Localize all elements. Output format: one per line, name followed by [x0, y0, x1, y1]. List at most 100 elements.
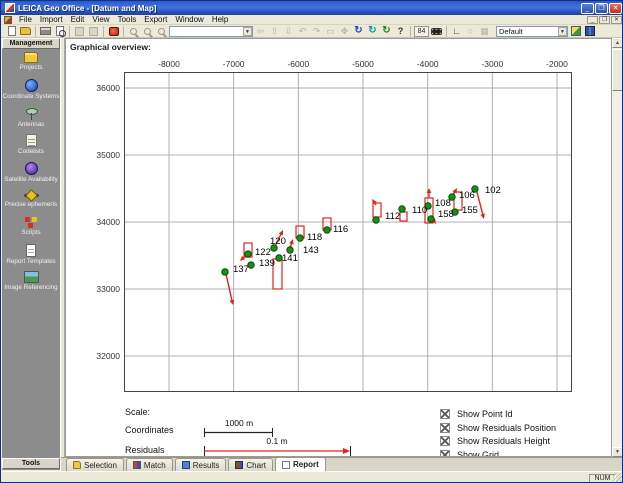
point-label: 118 [307, 232, 322, 243]
tab-results[interactable]: Results [175, 458, 227, 471]
point-label: 102 [485, 185, 501, 196]
tab-chart[interactable]: Chart [228, 458, 273, 471]
tab-label: Chart [246, 461, 266, 470]
style-combo[interactable]: Default▼ [496, 26, 568, 37]
y-tick-label: 33000 [74, 284, 120, 294]
menu-tools[interactable]: Tools [114, 15, 141, 25]
sidebar-item-coordinate-systems[interactable]: Coordinate Systems [2, 78, 60, 105]
stop-icon[interactable] [107, 25, 120, 37]
toolbar-separator [446, 26, 447, 37]
tools-header-button[interactable]: Tools [2, 458, 60, 469]
close-button[interactable]: ✕ [609, 3, 622, 14]
mdi-minimize-button[interactable]: _ [587, 16, 598, 24]
combo-dropdown-icon[interactable]: ▼ [243, 27, 252, 36]
x-tick-label: -5000 [341, 59, 385, 69]
sidebar-item-label: Antennas [2, 121, 60, 129]
sidebar-item-precise-ephemeris[interactable]: Precise ephemeris [2, 188, 60, 215]
sidebar-item-satellite-availability[interactable]: Satellite Availability [2, 161, 60, 188]
menu-import[interactable]: Import [36, 15, 67, 25]
point-label: 110 [412, 205, 427, 216]
search-combo[interactable]: ▼ [169, 26, 253, 37]
checkbox-icon[interactable] [440, 423, 450, 433]
point-label: 122 [255, 247, 271, 258]
toolbar-separator [410, 26, 411, 37]
process-teal-icon[interactable]: ↻ [366, 25, 379, 37]
menu-window[interactable]: Window [171, 15, 207, 25]
menu-export[interactable]: Export [140, 15, 171, 25]
menu-edit[interactable]: Edit [67, 15, 89, 25]
context-help-icon[interactable]: ? [394, 25, 407, 37]
document-icon[interactable] [4, 16, 12, 24]
checkbox-icon[interactable] [440, 450, 450, 458]
point-label: 106 [459, 190, 475, 201]
binoculars-icon[interactable] [430, 25, 443, 37]
minimize-button[interactable]: _ [581, 3, 594, 14]
antennas-icon [24, 107, 38, 120]
residual-height-bar [400, 212, 407, 221]
book-icon[interactable] [583, 25, 596, 37]
y-tick-label: 36000 [74, 83, 120, 93]
menu-help[interactable]: Help [208, 15, 232, 25]
checkbox-icon[interactable] [440, 436, 450, 446]
print-preview-icon[interactable] [53, 25, 66, 37]
menu-bar: FileImportEditViewToolsExportWindowHelp … [1, 15, 623, 25]
print-icon[interactable] [39, 25, 52, 37]
tab-selection[interactable]: Selection [66, 458, 124, 471]
edit-style-icon[interactable] [569, 25, 582, 37]
mdi-restore-button[interactable]: ❐ [599, 16, 610, 24]
option-show-grid[interactable]: Show Grid [440, 450, 499, 458]
restore-button[interactable]: ❐ [595, 3, 608, 14]
resize-grip[interactable] [613, 473, 623, 483]
circle-tool-icon: ○ [464, 25, 477, 37]
sidebar-item-image-referencing[interactable]: Image Referencing [2, 270, 60, 297]
image-referencing-icon [24, 271, 39, 283]
coordinate-tool-icon[interactable]: ∟ [450, 25, 463, 37]
checkbox-icon[interactable] [440, 409, 450, 419]
scale-value-button[interactable]: 84 [414, 26, 429, 37]
process-green-icon[interactable]: ↻ [380, 25, 393, 37]
tab-label: Report [293, 460, 319, 469]
sidebar-item-projects[interactable]: Projects [2, 51, 60, 78]
zoom-window-icon [155, 25, 168, 37]
report-icon [282, 461, 290, 469]
satellite-availability-icon [25, 162, 38, 175]
option-show-residuals-height[interactable]: Show Residuals Height [440, 436, 550, 446]
grid-tool-icon: ▦ [478, 25, 491, 37]
point-dot [245, 251, 251, 257]
menu-file[interactable]: File [15, 15, 36, 25]
mdi-close-button[interactable]: ✕ [611, 16, 622, 24]
app-icon [5, 3, 15, 13]
scripts-icon [24, 216, 38, 228]
tab-match[interactable]: Match [126, 458, 173, 471]
management-header-button[interactable]: Management [2, 38, 60, 49]
x-tick-label: -3000 [470, 59, 514, 69]
point-dot [428, 216, 434, 222]
point-label: 108 [435, 198, 451, 209]
option-show-point-id[interactable]: Show Point Id [440, 409, 513, 419]
checkbox-label: Show Residuals Height [457, 436, 550, 446]
undo-icon: ↶ [296, 25, 309, 37]
tab-report[interactable]: Report [275, 457, 326, 471]
sidebar-item-scripts[interactable]: Scripts [2, 215, 60, 242]
point-label: 116 [333, 224, 348, 235]
x-tick-label: -4000 [406, 59, 450, 69]
sidebar-item-label: Coordinate Systems [2, 93, 60, 101]
combo-dropdown-icon[interactable]: ▼ [558, 27, 567, 36]
sidebar-item-report-templates[interactable]: Report Templates [2, 243, 60, 270]
vertical-scrollbar[interactable]: ▲ ▼ [612, 38, 623, 457]
scroll-down-icon[interactable]: ▼ [612, 447, 623, 457]
scrollbar-thumb[interactable] [612, 49, 623, 91]
sidebar-item-antennas[interactable]: Antennas [2, 106, 60, 133]
pan-up-icon: ⇧ [268, 25, 281, 37]
scroll-up-icon[interactable]: ▲ [612, 38, 623, 48]
new-icon[interactable] [5, 25, 18, 37]
chart-icon [235, 461, 243, 469]
sidebar-item-codelists[interactable]: Codelists [2, 133, 60, 160]
point-dot [324, 227, 330, 233]
open-icon[interactable] [19, 25, 32, 37]
option-show-residuals-position[interactable]: Show Residuals Position [440, 423, 556, 433]
process-blue-icon[interactable]: ↻ [352, 25, 365, 37]
menu-view[interactable]: View [88, 15, 113, 25]
legend-coordinates-label: Coordinates [125, 425, 174, 435]
title-bar[interactable]: LEICA Geo Office - [Datum and Map] _ ❐ ✕ [1, 1, 623, 15]
